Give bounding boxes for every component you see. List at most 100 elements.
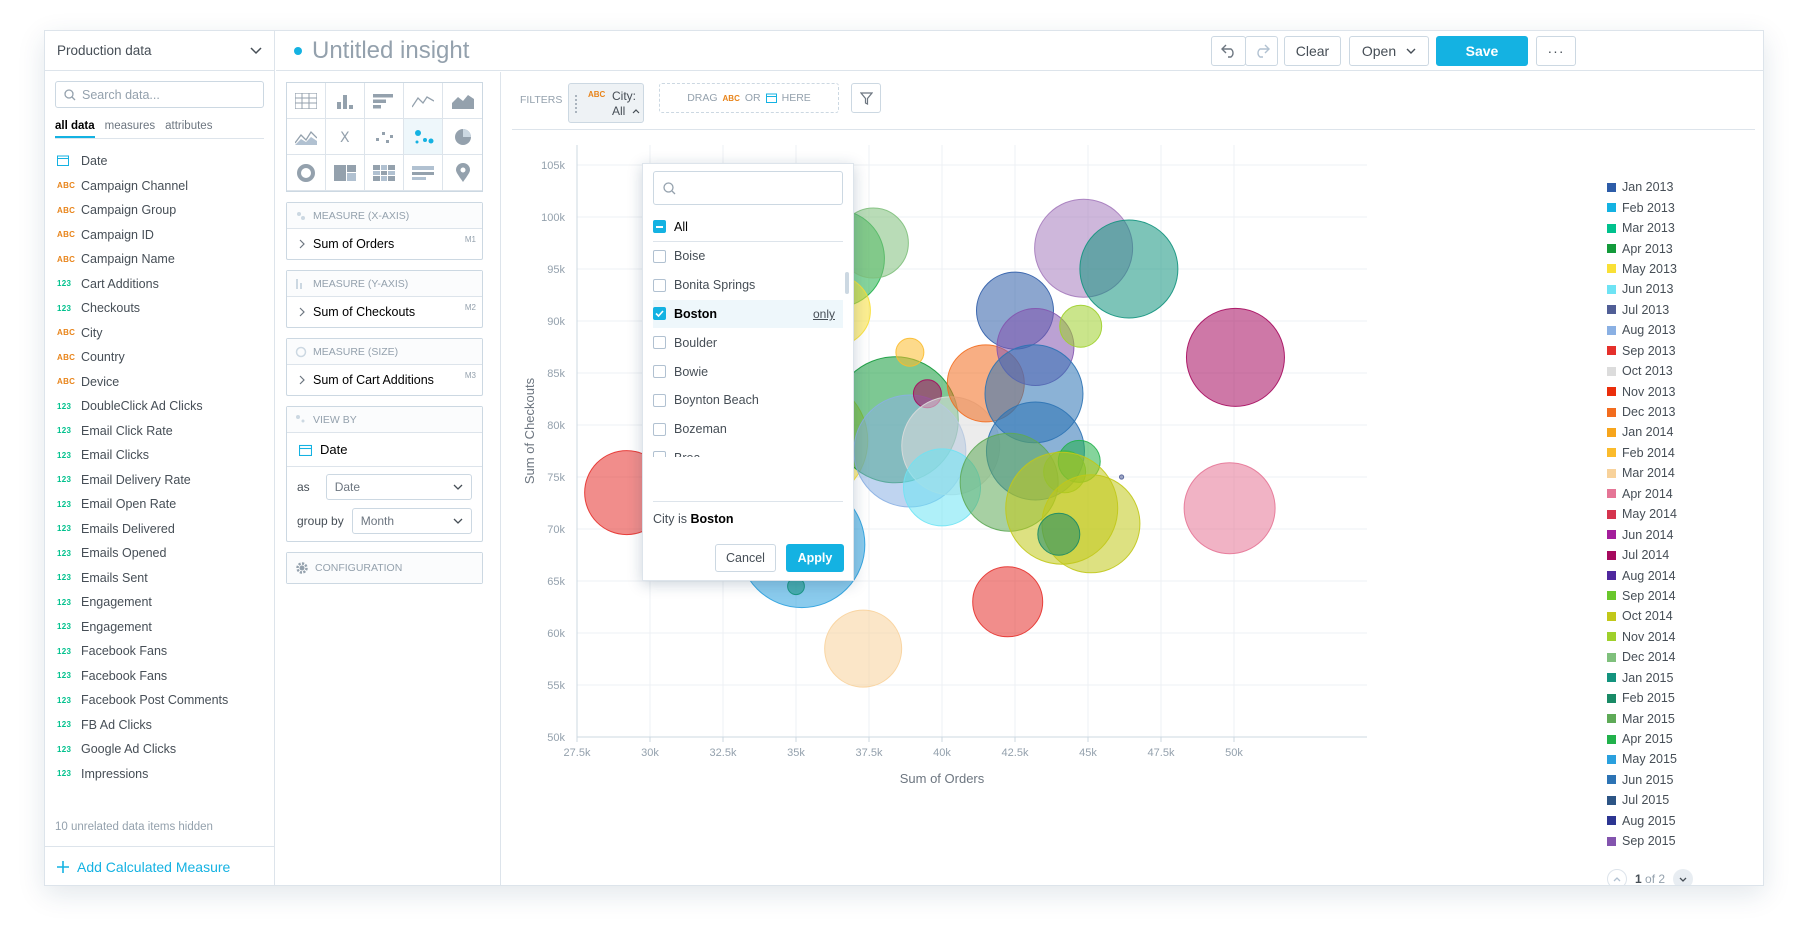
open-button[interactable]: Open <box>1349 36 1429 66</box>
city-list-scrollbar[interactable] <box>845 272 849 294</box>
headline-vis-button[interactable]: X <box>326 119 365 155</box>
legend-item[interactable]: Nov 2013 <box>1607 381 1747 401</box>
cancel-button[interactable]: Cancel <box>715 544 776 572</box>
legend-item[interactable]: Jul 2013 <box>1607 300 1747 320</box>
bar-chart-vis-button[interactable] <box>365 83 404 119</box>
legend-item[interactable]: Jun 2015 <box>1607 770 1747 790</box>
tab-all-data[interactable]: all data <box>55 120 95 138</box>
city-option[interactable]: Bozeman <box>653 415 843 444</box>
legend-item[interactable]: Apr 2015 <box>1607 729 1747 749</box>
only-link[interactable]: only <box>813 307 835 321</box>
catalog-item[interactable]: 123 Cart Additions <box>57 272 264 297</box>
scatter-vis-button[interactable] <box>365 119 404 155</box>
add-calculated-measure-button[interactable]: Add Calculated Measure <box>45 846 274 885</box>
filter-drop-zone[interactable]: DRAG ABC OR HERE <box>659 83 839 113</box>
catalog-item[interactable]: ABC Campaign ID <box>57 223 264 248</box>
catalog-item[interactable]: 123 Checkouts <box>57 296 264 321</box>
redo-button[interactable] <box>1245 36 1278 66</box>
city-filter-button[interactable]: ABC City: All <box>568 83 644 123</box>
catalog-item[interactable]: 123 Facebook Fans <box>57 639 264 664</box>
legend-item[interactable]: Apr 2014 <box>1607 484 1747 504</box>
catalog-item[interactable]: ABC Campaign Group <box>57 198 264 223</box>
date-dimension-select[interactable]: Date <box>325 474 472 500</box>
dataset-selector[interactable]: Production data <box>45 31 274 71</box>
checkbox-icon[interactable] <box>653 249 666 263</box>
tab-attributes[interactable]: attributes <box>165 120 212 138</box>
legend-item[interactable]: May 2015 <box>1607 749 1747 769</box>
legend-next-button[interactable] <box>1673 869 1694 885</box>
catalog-item[interactable]: 123 Email Clicks <box>57 443 264 468</box>
geo-chart-vis-button[interactable] <box>443 155 482 191</box>
city-option[interactable]: Bonita Springs <box>653 271 843 300</box>
city-option[interactable]: Boise <box>653 242 843 271</box>
legend-item[interactable]: Jan 2014 <box>1607 422 1747 442</box>
catalog-item[interactable]: ABC City <box>57 321 264 346</box>
city-search-input[interactable] <box>653 171 843 205</box>
legend-item[interactable]: Oct 2014 <box>1607 606 1747 626</box>
legend-item[interactable]: Sep 2013 <box>1607 341 1747 361</box>
select-all-checkbox[interactable]: All <box>653 212 843 242</box>
city-option[interactable]: Boulder <box>653 328 843 357</box>
undo-button[interactable] <box>1211 36 1246 66</box>
view-by-item[interactable]: Date <box>287 433 482 467</box>
legend-item[interactable]: Jul 2014 <box>1607 545 1747 565</box>
catalog-item[interactable]: ABC Device <box>57 370 264 395</box>
legend-item[interactable]: Aug 2013 <box>1607 320 1747 340</box>
measure-x-item[interactable]: Sum of Orders M1 <box>287 229 482 259</box>
city-option[interactable]: Bowie <box>653 357 843 386</box>
legend-item[interactable]: Jan 2015 <box>1607 668 1747 688</box>
legend-item[interactable]: Aug 2014 <box>1607 565 1747 585</box>
catalog-item[interactable]: ABC Country <box>57 345 264 370</box>
catalog-item[interactable]: 123 Emails Sent <box>57 566 264 591</box>
insight-title[interactable]: Untitled insight <box>312 37 469 65</box>
city-option[interactable]: Brea <box>653 444 843 457</box>
checkbox-icon[interactable] <box>653 451 666 457</box>
measure-y-item[interactable]: Sum of Checkouts M2 <box>287 297 482 327</box>
catalog-item[interactable]: 123 DoubleClick Ad Clicks <box>57 394 264 419</box>
catalog-item[interactable]: 123Impressions <box>57 786 264 787</box>
legend-item[interactable]: Aug 2015 <box>1607 811 1747 831</box>
column-chart-vis-button[interactable] <box>326 83 365 119</box>
donut-chart-vis-button[interactable] <box>287 155 326 191</box>
catalog-item[interactable]: 123 Facebook Fans <box>57 664 264 689</box>
catalog-item[interactable]: ABC Campaign Name <box>57 247 264 272</box>
search-input[interactable]: Search data... <box>55 81 264 108</box>
checkbox-icon[interactable] <box>653 393 666 407</box>
catalog-item[interactable]: 123 Email Click Rate <box>57 419 264 444</box>
legend-item[interactable]: May 2013 <box>1607 259 1747 279</box>
catalog-item[interactable]: 123 FB Ad Clicks <box>57 713 264 738</box>
measure-size-item[interactable]: Sum of Cart Additions M3 <box>287 365 482 395</box>
apply-button[interactable]: Apply <box>786 544 844 572</box>
catalog-item[interactable]: Date <box>57 149 264 174</box>
legend-item[interactable]: Mar 2015 <box>1607 708 1747 728</box>
catalog-item[interactable]: 123 Engagement <box>57 590 264 615</box>
combo-chart-vis-button[interactable] <box>287 119 326 155</box>
catalog-item[interactable]: 123Impressions <box>57 762 264 787</box>
legend-item[interactable]: Sep 2015 <box>1607 831 1747 851</box>
legend-item[interactable]: Jul 2015 <box>1607 790 1747 810</box>
legend-item[interactable]: Feb 2014 <box>1607 443 1747 463</box>
configuration-section[interactable]: CONFIGURATION <box>286 552 483 584</box>
bullet-vis-button[interactable] <box>404 155 443 191</box>
legend-item[interactable]: Mar 2014 <box>1607 463 1747 483</box>
legend-item[interactable]: Sep 2014 <box>1607 586 1747 606</box>
legend-item[interactable]: Dec 2014 <box>1607 647 1747 667</box>
catalog-item[interactable]: 123 Email Delivery Rate <box>57 468 264 493</box>
catalog-item[interactable]: 123 Facebook Post Comments <box>57 688 264 713</box>
bubble-chart-vis-button[interactable] <box>404 119 443 155</box>
measure-filter-button[interactable] <box>851 83 881 113</box>
legend-item[interactable]: Jun 2013 <box>1607 279 1747 299</box>
more-options-button[interactable]: ··· <box>1536 36 1576 66</box>
catalog-item[interactable]: 123 Engagement <box>57 615 264 640</box>
legend-item[interactable]: Mar 2013 <box>1607 218 1747 238</box>
tab-measures[interactable]: measures <box>105 120 156 138</box>
catalog-item[interactable]: 123 Email Open Rate <box>57 492 264 517</box>
legend-item[interactable]: Nov 2014 <box>1607 627 1747 647</box>
catalog-item[interactable]: 123 Emails Opened <box>57 541 264 566</box>
legend-item[interactable]: Jan 2013 <box>1607 177 1747 197</box>
save-button[interactable]: Save <box>1436 36 1528 66</box>
heatmap-vis-button[interactable] <box>365 155 404 191</box>
treemap-vis-button[interactable] <box>326 155 365 191</box>
checkbox-icon[interactable] <box>653 278 666 292</box>
line-chart-vis-button[interactable] <box>404 83 443 119</box>
